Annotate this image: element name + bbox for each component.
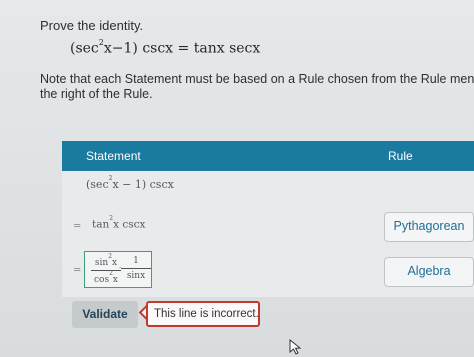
identity-equation: (sec2x−1) cscx = tanx secx (70, 38, 261, 57)
identity-lhs-rest: x−1) cscx (103, 40, 174, 57)
row2-expr-open: tan (92, 218, 110, 231)
row2-equals: = (73, 221, 82, 232)
rule-column-header: Rule (388, 149, 413, 163)
mouse-pointer-icon (289, 339, 302, 355)
proof-table-header: Statement Rule (62, 141, 474, 171)
identity-lhs-open: (sec (70, 40, 99, 57)
page: Prove the identity. (sec2x−1) cscx = tan… (0, 0, 474, 357)
instruction-line-2: the right of the Rule. (40, 87, 153, 101)
error-message: This line is incorrect. (146, 301, 260, 327)
row1-expr-rest: x − 1) cscx (112, 178, 174, 191)
rule-select-pythagorean[interactable]: Pythagorean (384, 212, 474, 242)
row1-expr-open: (sec (86, 178, 109, 191)
statement-row-1: (sec2x − 1) cscx (86, 175, 174, 191)
row3-equals: = (73, 265, 82, 276)
fraction2-numerator: 1 (121, 256, 151, 269)
fraction-sin2-over-cos2: sin2x cos2x (91, 253, 121, 285)
fraction-1-over-sinx: 1 sinx (121, 256, 151, 281)
statement-input-row-3[interactable]: sin2x cos2x · 1 sinx (84, 251, 152, 288)
row2-expr-rest: x cscx (113, 218, 146, 231)
prompt-text: Prove the identity. (40, 18, 144, 33)
instruction-note: Note that each Statement must be based o… (40, 72, 474, 102)
statement-row-2[interactable]: tan2x cscx (92, 215, 146, 231)
fraction1-numerator: sin2x (91, 253, 121, 271)
identity-lhs-exponent: 2 (98, 38, 104, 47)
fraction1-denominator: cos2x (94, 270, 118, 285)
rule-select-algebra[interactable]: Algebra (384, 257, 474, 287)
instruction-line-1: Note that each Statement must be based o… (40, 72, 474, 86)
row1-exponent: 2 (108, 175, 113, 183)
fraction2-denominator: sinx (126, 271, 146, 281)
identity-equals: = (177, 40, 190, 57)
row2-exponent: 2 (109, 215, 114, 222)
identity-rhs: tanx secx (193, 40, 261, 57)
statement-column-header: Statement (86, 149, 141, 163)
validate-button[interactable]: Validate (72, 301, 138, 328)
